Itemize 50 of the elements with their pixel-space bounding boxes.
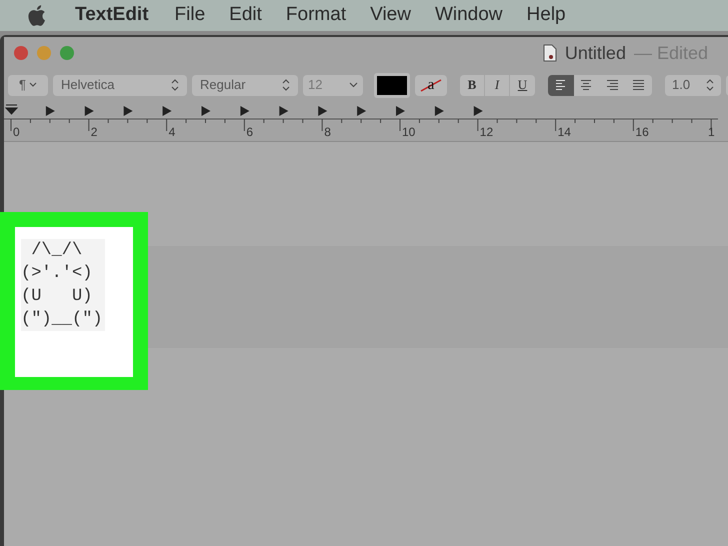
up-down-chevron-icon	[706, 79, 714, 91]
bold-button[interactable]: B	[460, 74, 485, 96]
font-family-popup[interactable]: Helvetica	[53, 74, 187, 96]
menu-item[interactable]: Window	[434, 1, 503, 30]
ruler-number: 16	[635, 125, 649, 139]
chevron-down-icon	[349, 82, 358, 88]
line-spacing-popup[interactable]: 1.0	[665, 74, 721, 96]
ascii-art-text: /\_/\ (>'.'<) (U U) (")__(")	[21, 239, 105, 331]
text-color-swatch[interactable]	[374, 72, 410, 98]
menu-item[interactable]: Edit	[229, 1, 262, 30]
align-left-button[interactable]	[548, 74, 574, 96]
align-justify-icon	[631, 79, 647, 91]
tab-stop-icon[interactable]	[162, 106, 172, 116]
apple-logo-icon[interactable]	[28, 5, 46, 26]
tab-stop-icon[interactable]	[357, 106, 366, 116]
align-right-icon	[605, 79, 621, 91]
paragraph-style-popup[interactable]: ¶	[8, 74, 48, 96]
ruler-number: 14	[558, 125, 571, 139]
first-line-indent-marker-icon[interactable]	[6, 104, 18, 114]
tab-stop-icon[interactable]	[84, 106, 94, 116]
ruler-number: 8	[324, 125, 331, 139]
window-title: Untitled	[564, 42, 626, 64]
tab-stop-icon[interactable]	[434, 106, 444, 116]
menu-item[interactable]: Help	[526, 1, 566, 30]
tab-stop-icon[interactable]	[124, 106, 133, 116]
menu-item[interactable]: File	[174, 1, 206, 30]
up-down-chevron-icon	[171, 79, 179, 91]
tab-stop-icon[interactable]	[240, 106, 250, 116]
ruler-number: 4	[168, 125, 176, 139]
tab-stop-icon[interactable]	[318, 106, 328, 116]
menu-item[interactable]: Format	[286, 1, 346, 30]
ruler-number: 10	[402, 125, 416, 139]
app-menu[interactable]: TextEdit	[75, 1, 149, 30]
tab-stop-icon[interactable]	[474, 106, 483, 116]
underline-button[interactable]: U	[510, 74, 535, 96]
up-down-chevron-icon	[282, 79, 290, 91]
tab-stop-icon[interactable]	[202, 106, 210, 116]
ruler-number: 12	[480, 125, 494, 139]
document-icon	[542, 44, 557, 62]
chevron-down-icon	[28, 82, 37, 88]
tab-stop-icon[interactable]	[396, 106, 405, 116]
tab-stop-icon[interactable]	[279, 106, 288, 116]
ruler-number: 1	[708, 125, 715, 139]
ruler-number: 6	[246, 125, 254, 139]
typeface-popup[interactable]: Regular	[192, 74, 298, 96]
ruler-number: 0	[13, 125, 20, 139]
italic-button[interactable]: I	[485, 74, 510, 96]
ruler-number: 2	[90, 125, 98, 139]
tab-stop-icon[interactable]	[46, 106, 55, 116]
menu-item[interactable]: View	[370, 1, 411, 30]
